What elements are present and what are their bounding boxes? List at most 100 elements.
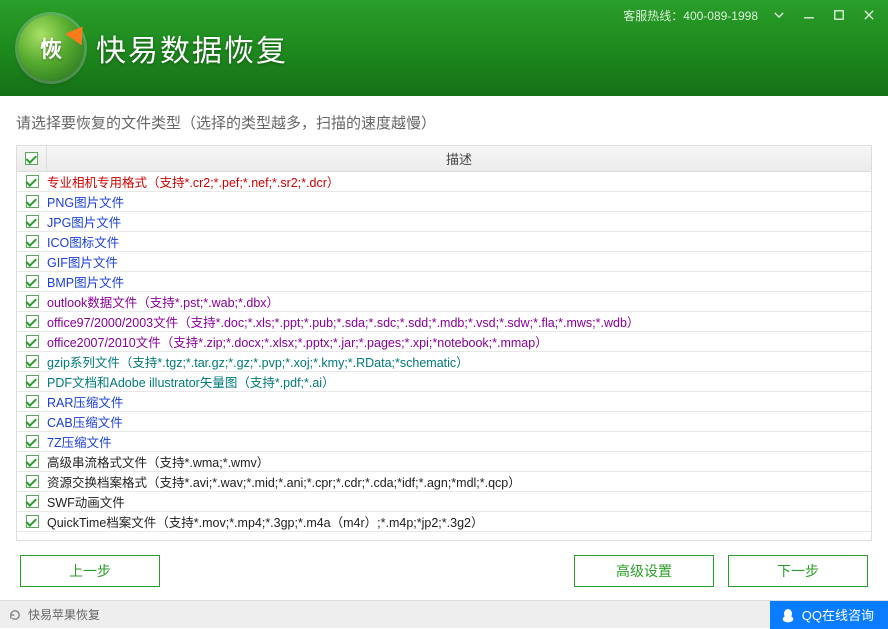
window-controls: 客服热线：400-089-1998 [623, 6, 878, 24]
row-check-cell [17, 375, 47, 388]
row-check-cell [17, 355, 47, 368]
row-description: CAB压缩文件 [47, 412, 865, 431]
table-row[interactable]: gzip系列文件（支持*.tgz;*.tar.gz;*.gz;*.pvp;*.x… [17, 352, 871, 372]
table-row[interactable]: QuickTime档案文件（支持*.mov;*.mp4;*.3gp;*.m4a（… [17, 512, 871, 532]
row-description: PNG图片文件 [47, 192, 865, 211]
row-checkbox[interactable] [26, 335, 39, 348]
table-row[interactable]: GIF图片文件 [17, 252, 871, 272]
table-row[interactable]: outlook数据文件（支持*.pst;*.wab;*.dbx） [17, 292, 871, 312]
row-description: office2007/2010文件（支持*.zip;*.docx;*.xlsx;… [47, 332, 865, 351]
table-row[interactable]: PDF文档和Adobe illustrator矢量图（支持*.pdf;*.ai） [17, 372, 871, 392]
logo-arrow-icon [65, 21, 91, 46]
table-row[interactable]: office2007/2010文件（支持*.zip;*.docx;*.xlsx;… [17, 332, 871, 352]
content-area: 请选择要恢复的文件类型（选择的类型越多，扫描的速度越慢） 描述 专业相机专用格式… [0, 96, 888, 603]
row-checkbox[interactable] [26, 355, 39, 368]
row-check-cell [17, 255, 47, 268]
dropdown-icon[interactable] [770, 6, 788, 24]
logo-wrap: 恢 快易数据恢复 [18, 15, 288, 81]
table-row[interactable]: CAB压缩文件 [17, 412, 871, 432]
row-description: SWF动画文件 [47, 492, 865, 511]
footer-buttons: 上一步 高级设置 下一步 [16, 541, 872, 587]
qq-consult-button[interactable]: QQ在线咨询 [770, 601, 888, 629]
row-check-cell [17, 415, 47, 428]
row-check-cell [17, 195, 47, 208]
select-all-cell [17, 146, 47, 171]
table-row[interactable]: SWF动画文件 [17, 492, 871, 512]
logo-icon: 恢 [18, 15, 84, 81]
row-check-cell [17, 315, 47, 328]
table-row[interactable]: office97/2000/2003文件（支持*.doc;*.xls;*.ppt… [17, 312, 871, 332]
maximize-button[interactable] [830, 6, 848, 24]
row-check-cell [17, 475, 47, 488]
row-checkbox[interactable] [26, 375, 39, 388]
refresh-icon [8, 608, 22, 622]
row-description: PDF文档和Adobe illustrator矢量图（支持*.pdf;*.ai） [47, 372, 865, 391]
row-checkbox[interactable] [26, 315, 39, 328]
table-row[interactable]: 高级串流格式文件（支持*.wma;*.wmv） [17, 452, 871, 472]
prev-button[interactable]: 上一步 [20, 555, 160, 587]
hotline-label: 客服热线：400-089-1998 [623, 7, 758, 24]
row-checkbox[interactable] [26, 175, 39, 188]
row-description: 专业相机专用格式（支持*.cr2;*.pef;*.nef;*.sr2;*.dcr… [47, 172, 865, 191]
row-check-cell [17, 295, 47, 308]
table-row[interactable]: JPG图片文件 [17, 212, 871, 232]
table-header: 描述 [17, 146, 871, 172]
row-description: 资源交换档案格式（支持*.avi;*.wav;*.mid;*.ani;*.cpr… [47, 472, 865, 491]
row-checkbox[interactable] [26, 255, 39, 268]
row-description: JPG图片文件 [47, 212, 865, 231]
row-checkbox[interactable] [26, 515, 39, 528]
select-all-checkbox[interactable] [25, 152, 38, 165]
row-description: office97/2000/2003文件（支持*.doc;*.xls;*.ppt… [47, 312, 865, 331]
next-button[interactable]: 下一步 [728, 555, 868, 587]
row-check-cell [17, 435, 47, 448]
row-description: RAR压缩文件 [47, 392, 865, 411]
row-description: 7Z压缩文件 [47, 432, 865, 451]
row-description: 高级串流格式文件（支持*.wma;*.wmv） [47, 452, 865, 471]
row-check-cell [17, 235, 47, 248]
minimize-button[interactable] [800, 6, 818, 24]
row-description: BMP图片文件 [47, 272, 865, 291]
row-description: gzip系列文件（支持*.tgz;*.tar.gz;*.gz;*.pvp;*.x… [47, 352, 865, 371]
row-checkbox[interactable] [26, 235, 39, 248]
row-check-cell [17, 395, 47, 408]
table-body[interactable]: 专业相机专用格式（支持*.cr2;*.pef;*.nef;*.sr2;*.dcr… [17, 172, 871, 540]
status-bar: 快易苹果恢复 QQ在线咨询 [0, 600, 888, 628]
row-checkbox[interactable] [26, 295, 39, 308]
app-header: 客服热线：400-089-1998 恢 快易数据恢复 [0, 0, 888, 96]
row-check-cell [17, 175, 47, 188]
close-button[interactable] [860, 6, 878, 24]
row-checkbox[interactable] [26, 415, 39, 428]
row-description: outlook数据文件（支持*.pst;*.wab;*.dbx） [47, 292, 865, 311]
table-row[interactable]: PNG图片文件 [17, 192, 871, 212]
row-check-cell [17, 215, 47, 228]
row-check-cell [17, 275, 47, 288]
row-checkbox[interactable] [26, 455, 39, 468]
row-description: ICO图标文件 [47, 232, 865, 251]
table-row[interactable]: BMP图片文件 [17, 272, 871, 292]
row-checkbox[interactable] [26, 215, 39, 228]
table-row[interactable]: 专业相机专用格式（支持*.cr2;*.pef;*.nef;*.sr2;*.dcr… [17, 172, 871, 192]
advanced-settings-button[interactable]: 高级设置 [574, 555, 714, 587]
row-check-cell [17, 455, 47, 468]
row-checkbox[interactable] [26, 435, 39, 448]
qq-icon [780, 607, 796, 623]
row-check-cell [17, 495, 47, 508]
row-checkbox[interactable] [26, 275, 39, 288]
row-check-cell [17, 335, 47, 348]
table-row[interactable]: 资源交换档案格式（支持*.avi;*.wav;*.mid;*.ani;*.cpr… [17, 472, 871, 492]
column-header-description[interactable]: 描述 [47, 149, 871, 168]
row-checkbox[interactable] [26, 195, 39, 208]
row-description: GIF图片文件 [47, 252, 865, 271]
row-checkbox[interactable] [26, 495, 39, 508]
row-check-cell [17, 515, 47, 528]
apple-recovery-link[interactable]: 快易苹果恢复 [8, 606, 100, 623]
table-row[interactable]: RAR压缩文件 [17, 392, 871, 412]
row-description: QuickTime档案文件（支持*.mov;*.mp4;*.3gp;*.m4a（… [47, 512, 865, 531]
row-checkbox[interactable] [26, 395, 39, 408]
filetype-table: 描述 专业相机专用格式（支持*.cr2;*.pef;*.nef;*.sr2;*.… [16, 145, 872, 541]
instruction-text: 请选择要恢复的文件类型（选择的类型越多，扫描的速度越慢） [16, 112, 872, 133]
row-checkbox[interactable] [26, 475, 39, 488]
app-title: 快易数据恢复 [96, 26, 288, 70]
table-row[interactable]: 7Z压缩文件 [17, 432, 871, 452]
table-row[interactable]: ICO图标文件 [17, 232, 871, 252]
